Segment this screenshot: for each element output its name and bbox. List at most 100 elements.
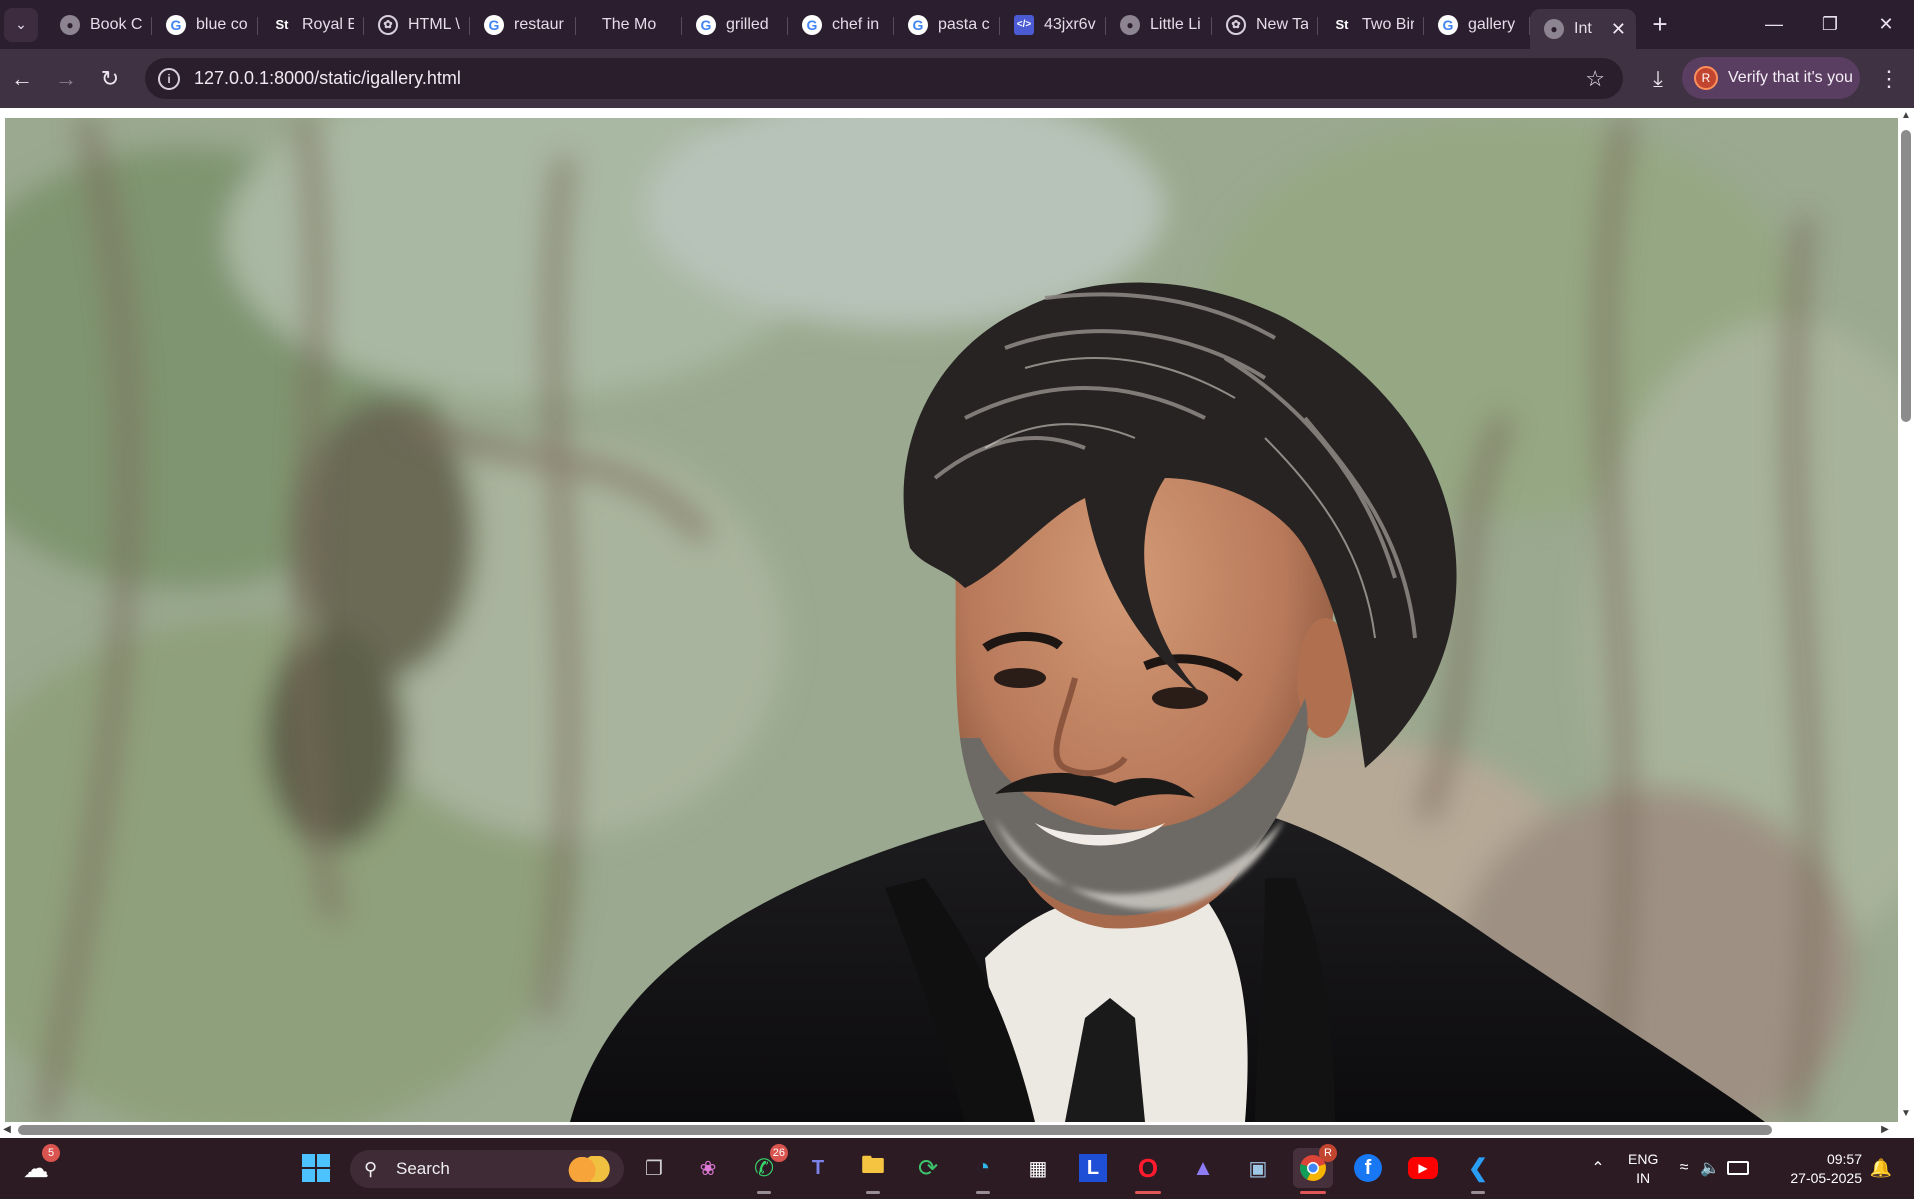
minimize-button[interactable]: — xyxy=(1746,0,1802,49)
reload-button[interactable]: ↻ xyxy=(88,57,132,101)
forward-arrow-icon: → xyxy=(55,65,77,91)
tab-label: Royal E xyxy=(302,15,354,33)
st-icon: St xyxy=(1335,17,1349,32)
tab-label: Int xyxy=(1574,20,1592,37)
tab-label: restaur xyxy=(514,15,564,33)
notification-bell-icon: 🔔 xyxy=(1869,1157,1893,1178)
youtube-button[interactable]: ▶ xyxy=(1403,1148,1443,1188)
copilot-button[interactable]: ❀ xyxy=(688,1148,728,1188)
kebab-menu-icon: ⋮ xyxy=(1878,66,1900,91)
st-icon: St xyxy=(275,17,289,32)
chrome-button[interactable]: R xyxy=(1293,1144,1337,1194)
app-circle-button[interactable]: ⟳ xyxy=(908,1148,948,1188)
url-text[interactable]: 127.0.0.1:8000/static/igallery.html xyxy=(194,68,1585,89)
tab-little[interactable]: ● Little Li xyxy=(1106,5,1212,45)
downloads-button[interactable]: ⤓ xyxy=(1636,57,1680,101)
store-icon: ▦ xyxy=(1028,1157,1048,1180)
tab-new-tab[interactable]: ✿ New Ta xyxy=(1212,5,1318,45)
new-tab-button[interactable]: + xyxy=(1642,7,1678,43)
tab-pasta[interactable]: G pasta c xyxy=(894,5,1000,45)
system-clock[interactable]: 09:57 27-05-2025 xyxy=(1780,1150,1862,1188)
show-hidden-icons-button[interactable]: ⌃ xyxy=(1578,1148,1618,1188)
horizontal-scrollbar[interactable]: ◀ ▶ xyxy=(0,1122,1914,1138)
tab-blue[interactable]: G blue co xyxy=(152,5,258,45)
google-icon: G xyxy=(908,14,928,35)
globe-icon: ● xyxy=(1120,14,1140,35)
l-app-icon: L xyxy=(1079,1154,1107,1182)
windows-logo-icon xyxy=(302,1154,330,1182)
site-info-icon[interactable]: i xyxy=(158,67,180,90)
tab-book[interactable]: ● Book C xyxy=(46,5,152,45)
profile-avatar: R xyxy=(1694,66,1718,90)
plus-icon: + xyxy=(1652,9,1668,39)
horizontal-scroll-thumb[interactable] xyxy=(18,1125,1772,1135)
restore-button[interactable]: ❐ xyxy=(1802,0,1858,49)
google-icon: G xyxy=(802,14,822,35)
running-indicator xyxy=(757,1191,771,1194)
whatsapp-button[interactable]: ✆ 26 xyxy=(744,1144,788,1194)
back-arrow-icon: ← xyxy=(11,65,33,91)
task-view-button[interactable]: ❐ xyxy=(634,1148,674,1188)
scroll-down-arrow-icon[interactable]: ▼ xyxy=(1901,1109,1911,1119)
battery-button[interactable] xyxy=(1724,1148,1752,1188)
l-app-button[interactable]: L xyxy=(1073,1148,1113,1188)
proton-button[interactable]: ▲ xyxy=(1183,1148,1223,1188)
tab-royal[interactable]: St Royal E xyxy=(258,5,364,45)
portrait-image xyxy=(5,118,1898,1122)
language-indicator[interactable]: ENG IN xyxy=(1628,1150,1658,1188)
opera-button[interactable]: O xyxy=(1128,1148,1168,1194)
tab-restaurant[interactable]: G restaur xyxy=(470,5,576,45)
chevron-up-icon: ⌃ xyxy=(1591,1160,1605,1177)
tab-chef[interactable]: G chef in xyxy=(788,5,894,45)
browser-menu-button[interactable]: ⋮ xyxy=(1872,57,1906,101)
image-app-icon: ▣ xyxy=(1248,1157,1268,1180)
weather-widget[interactable]: ☁ 5 xyxy=(16,1144,60,1188)
tab-label: HTML \ xyxy=(408,15,460,33)
search-highlight-icon xyxy=(566,1156,612,1182)
close-window-button[interactable]: ✕ xyxy=(1858,0,1914,49)
tab-code[interactable]: </> 43jxr6v xyxy=(1000,5,1106,45)
facebook-button[interactable]: f xyxy=(1348,1148,1388,1188)
language-code: ENG xyxy=(1628,1151,1659,1167)
minimize-icon: — xyxy=(1765,14,1783,34)
globe-icon: ● xyxy=(1544,19,1564,39)
verify-identity-button[interactable]: R Verify that it's you xyxy=(1682,57,1860,99)
forward-button[interactable]: → xyxy=(44,57,88,101)
battery-icon xyxy=(1727,1161,1749,1175)
teams-button[interactable]: T xyxy=(798,1148,838,1188)
scroll-left-arrow-icon[interactable]: ◀ xyxy=(2,1125,12,1135)
volume-button[interactable]: 🔈 xyxy=(1698,1148,1722,1188)
store-button[interactable]: ▦ xyxy=(1018,1148,1058,1188)
tab-gallery[interactable]: G gallery xyxy=(1424,5,1530,45)
tab-html[interactable]: ✿ HTML \ xyxy=(364,5,470,45)
download-icon: ⤓ xyxy=(1653,66,1663,91)
address-bar[interactable]: i 127.0.0.1:8000/static/igallery.html ☆ xyxy=(145,58,1623,99)
taskbar-search[interactable]: ⚲ Search xyxy=(350,1150,624,1188)
whatsapp-badge: 26 xyxy=(769,1144,788,1162)
back-button[interactable]: ← xyxy=(0,57,44,101)
folder-icon: 🖿 xyxy=(861,1151,885,1179)
wifi-button[interactable]: ≈ xyxy=(1672,1148,1696,1188)
image-app-button[interactable]: ▣ xyxy=(1238,1148,1278,1188)
bookmark-star-icon[interactable]: ☆ xyxy=(1585,66,1605,92)
vscode-button[interactable]: ❮ xyxy=(1458,1148,1498,1194)
tab-label: blue co xyxy=(196,15,248,33)
scroll-up-arrow-icon[interactable]: ▲ xyxy=(1901,111,1911,121)
search-label: Search xyxy=(396,1159,450,1178)
tab-search-button[interactable]: ⌄ xyxy=(4,7,38,42)
tab-active[interactable]: ● Int ✕ xyxy=(1530,9,1636,49)
start-button[interactable] xyxy=(296,1148,336,1188)
vertical-scrollbar[interactable]: ▲ ▼ xyxy=(1898,108,1914,1122)
close-tab-icon[interactable]: ✕ xyxy=(1611,19,1626,40)
file-explorer-button[interactable]: 🖿 xyxy=(853,1148,893,1194)
tab-grilled[interactable]: G grilled xyxy=(682,5,788,45)
tab-two-birds[interactable]: St Two Bir xyxy=(1318,5,1424,45)
vertical-scroll-thumb[interactable] xyxy=(1901,130,1911,422)
close-icon: ✕ xyxy=(1878,14,1894,34)
task-view-icon: ❐ xyxy=(645,1157,663,1180)
scroll-right-arrow-icon[interactable]: ▶ xyxy=(1880,1125,1890,1135)
google-icon: G xyxy=(1438,14,1458,35)
edge-button[interactable]: ◔ xyxy=(963,1148,1003,1194)
notifications-button[interactable]: 🔔 xyxy=(1864,1148,1898,1188)
tab-the-mo[interactable]: The Mo xyxy=(576,5,682,45)
